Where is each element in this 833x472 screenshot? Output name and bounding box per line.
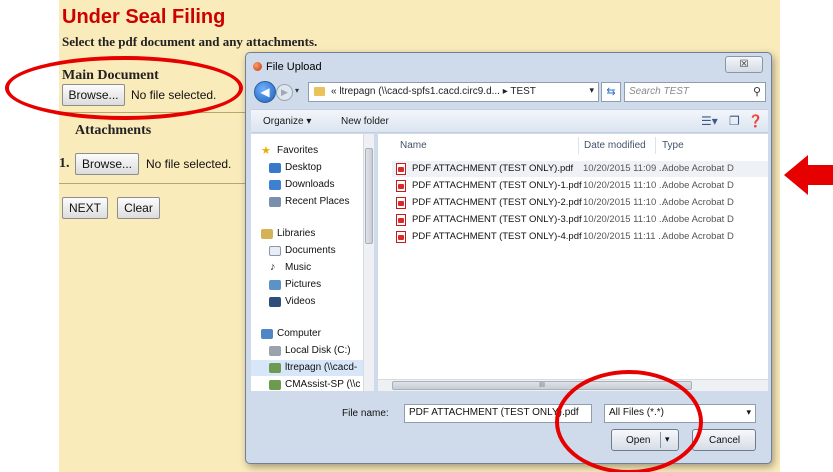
network-drive-icon	[269, 363, 281, 373]
organize-menu[interactable]: Organize ▾	[263, 116, 311, 127]
attachment-number: 1.	[59, 156, 70, 171]
search-placeholder: Search TEST	[629, 86, 690, 97]
column-separator	[655, 137, 656, 154]
nav-libraries[interactable]: Libraries	[251, 226, 372, 242]
nav-computer[interactable]: Computer	[251, 326, 372, 342]
clear-button[interactable]: Clear	[117, 197, 160, 219]
recent-pages-dropdown[interactable]: ▾	[295, 86, 299, 95]
close-button[interactable]: ☒	[725, 56, 763, 73]
nav-network-share-cmassist[interactable]: CMAssist-SP (\\c	[251, 377, 372, 391]
new-folder-button[interactable]: New folder	[341, 116, 389, 127]
pdf-icon	[396, 180, 406, 192]
desktop-icon	[269, 163, 281, 173]
divider	[59, 183, 245, 184]
nav-favorites[interactable]: ★ Favorites	[251, 143, 372, 159]
scroll-thumb[interactable]	[365, 148, 373, 244]
chevron-down-icon[interactable]: ▾	[589, 85, 594, 96]
arrow-body	[808, 165, 833, 185]
pdf-icon	[396, 163, 406, 175]
attachment-no-file-text: No file selected.	[146, 157, 232, 171]
preview-pane-icon[interactable]: ❐	[729, 114, 740, 128]
navigation-pane: ★ Favorites Desktop Downloads Recent Plac…	[251, 134, 372, 391]
videos-icon	[269, 297, 281, 307]
nav-downloads[interactable]: Downloads	[251, 177, 372, 193]
pictures-icon	[269, 280, 281, 290]
help-icon[interactable]: ❓	[748, 114, 763, 128]
file-row[interactable]: PDF ATTACHMENT (TEST ONLY)-3.pdf 10/20/20…	[392, 212, 768, 228]
back-button[interactable]: ◀	[254, 81, 276, 103]
column-name[interactable]: Name	[400, 140, 427, 151]
arrow-left-icon	[784, 155, 808, 195]
refresh-button[interactable]: ⇆	[601, 82, 621, 102]
recent-places-icon	[269, 197, 281, 207]
file-name-label: File name:	[342, 408, 389, 419]
navigation-scrollbar[interactable]	[363, 134, 374, 391]
address-path: « ltrepagn (\\cacd-spfs1.cacd.circ9.d...…	[331, 86, 536, 97]
attachment-browse-button[interactable]: Browse...	[75, 153, 139, 175]
attachments-label: Attachments	[75, 123, 152, 138]
column-type[interactable]: Type	[662, 140, 684, 151]
address-bar[interactable]: « ltrepagn (\\cacd-spfs1.cacd.circ9.d...…	[308, 82, 599, 102]
refresh-icon: ⇆	[606, 86, 616, 98]
downloads-icon	[269, 180, 281, 190]
column-separator	[578, 137, 579, 154]
nav-pictures[interactable]: Pictures	[251, 277, 372, 293]
file-row[interactable]: PDF ATTACHMENT (TEST ONLY).pdf 10/20/2015…	[392, 161, 768, 177]
cancel-button[interactable]: Cancel	[692, 429, 756, 451]
search-input[interactable]: Search TEST ⚲	[624, 82, 766, 102]
forward-button[interactable]: ▶	[276, 84, 293, 101]
next-button[interactable]: NEXT	[62, 197, 108, 219]
highlight-oval-main-document	[5, 56, 243, 120]
nav-documents[interactable]: Documents	[251, 243, 372, 259]
highlight-oval-open-button	[555, 370, 703, 472]
close-icon: ☒	[739, 59, 749, 70]
pdf-icon	[396, 197, 406, 209]
forward-arrow-icon: ▶	[281, 87, 288, 97]
nav-music[interactable]: ♪ Music	[251, 260, 372, 276]
file-row[interactable]: PDF ATTACHMENT (TEST ONLY)-4.pdf 10/20/20…	[392, 229, 768, 245]
nav-local-disk[interactable]: Local Disk (C:)	[251, 343, 372, 359]
network-drive-icon	[269, 380, 281, 390]
documents-icon	[269, 246, 281, 256]
nav-desktop[interactable]: Desktop	[251, 160, 372, 176]
dialog-title: File Upload	[266, 61, 322, 73]
folder-icon	[314, 87, 325, 96]
drive-icon	[269, 346, 281, 356]
page-title: Under Seal Filing	[62, 6, 226, 28]
search-icon: ⚲	[752, 86, 761, 98]
nav-recent-places[interactable]: Recent Places	[251, 194, 372, 210]
computer-icon	[261, 329, 273, 339]
music-icon: ♪	[270, 261, 276, 273]
column-date-modified[interactable]: Date modified	[584, 140, 646, 151]
firefox-icon	[253, 62, 262, 71]
star-icon: ★	[261, 145, 271, 157]
file-row[interactable]: PDF ATTACHMENT (TEST ONLY)-1.pdf 10/20/20…	[392, 178, 768, 194]
back-arrow-icon: ◀	[260, 85, 270, 99]
file-row[interactable]: PDF ATTACHMENT (TEST ONLY)-2.pdf 10/20/20…	[392, 195, 768, 211]
cancel-button-label: Cancel	[709, 435, 741, 446]
libraries-icon	[261, 229, 273, 239]
pdf-icon	[396, 231, 406, 243]
nav-network-share-ltrepagn[interactable]: ltrepagn (\\cacd-	[251, 360, 372, 376]
page-instructions: Select the pdf document and any attachme…	[62, 34, 318, 49]
pdf-icon	[396, 214, 406, 226]
toolbar: Organize ▾ New folder ☰▾ ❐ ❓	[251, 109, 768, 133]
nav-videos[interactable]: Videos	[251, 294, 372, 310]
view-options-icon[interactable]: ☰▾	[701, 114, 718, 128]
chevron-down-icon: ▾	[746, 407, 751, 417]
file-list: Name Date modified Type PDF ATTACHMENT (…	[378, 134, 768, 379]
